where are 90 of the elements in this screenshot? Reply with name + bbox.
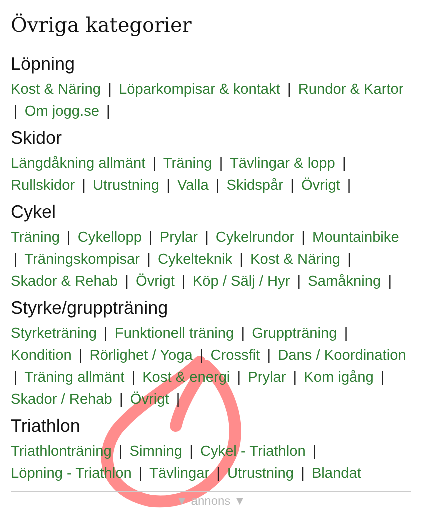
category-link[interactable]: Tävlingar & lopp <box>230 156 336 172</box>
separator-text: | <box>302 230 306 246</box>
separator-text: | <box>125 274 129 290</box>
category-link[interactable]: Utrustning <box>228 466 294 482</box>
category-link[interactable]: Tävlingar <box>150 466 210 482</box>
category-link[interactable]: Samåkning <box>308 274 382 290</box>
category-link[interactable]: Köp / Sälj / Hyr <box>192 274 290 290</box>
separator-text: | <box>342 156 346 172</box>
separator-text: | <box>176 392 180 408</box>
category-link[interactable]: Kost & Näring <box>250 252 341 268</box>
category-link[interactable]: Prylar <box>248 370 286 386</box>
separator-text: | <box>14 252 18 268</box>
separator-text: | <box>241 326 246 342</box>
category-link[interactable]: Träning allmänt <box>24 370 125 386</box>
separator-text: | <box>287 82 292 98</box>
separator-text: | <box>344 326 348 342</box>
category-link[interactable]: Träningskompisar <box>24 252 140 268</box>
category-link[interactable]: Styrketräning <box>11 326 97 342</box>
separator-text: | <box>348 252 352 268</box>
category-link[interactable]: Cykelrundor <box>216 230 295 246</box>
separator-text: | <box>216 466 220 482</box>
separator-text: | <box>297 274 302 290</box>
category-link[interactable]: Cykelteknik <box>158 252 233 268</box>
category-link[interactable]: Längdåkning allmänt <box>11 156 146 172</box>
category-link[interactable]: Simning <box>130 444 183 460</box>
separator-text: | <box>205 230 209 246</box>
category-link[interactable]: Skidspår <box>226 178 284 194</box>
separator-text: | <box>147 252 151 268</box>
category-link[interactable]: Gruppträning <box>252 326 338 342</box>
separator-text: | <box>293 370 298 386</box>
separator-text: | <box>290 178 294 194</box>
category-link[interactable]: Löparkompisar & kontakt <box>118 82 280 98</box>
category-link[interactable]: Övrigt <box>301 178 340 194</box>
category-link[interactable]: Mountainbike <box>312 230 400 246</box>
category-link[interactable]: Kost & Näring <box>11 82 102 98</box>
category-link[interactable]: Blandat <box>312 466 362 482</box>
category-link[interactable]: Rundor & Kartor <box>298 82 404 98</box>
category-link[interactable]: Rörlighet / Yoga <box>90 348 193 364</box>
separator-text: | <box>380 370 385 386</box>
separator-text: | <box>267 348 272 364</box>
category-link[interactable]: Skador / Rehab <box>11 392 112 408</box>
separator-text: | <box>149 230 153 246</box>
separator-text: | <box>132 370 136 386</box>
category-link[interactable]: Övrigt <box>136 274 175 290</box>
separator-text: | <box>237 370 242 386</box>
ad-label: ▼ annons ▼ <box>175 493 247 510</box>
separator-text: | <box>166 178 170 194</box>
separator-text: | <box>138 466 143 482</box>
separator-text: | <box>108 82 112 98</box>
category-link[interactable]: Kondition <box>11 348 72 364</box>
category-link[interactable]: Crossfit <box>210 348 260 364</box>
separator-text: | <box>119 392 124 408</box>
separator-text: | <box>67 230 71 246</box>
separator-text: | <box>347 178 352 194</box>
separator-text: | <box>118 444 123 460</box>
separator-text: | <box>312 444 317 460</box>
category-link[interactable]: Dans / Koordination <box>278 348 406 364</box>
category-link[interactable]: Övrigt <box>130 392 170 408</box>
separator-text: | <box>301 466 305 482</box>
section-heading: Skidor <box>11 127 64 150</box>
category-link[interactable]: Skador & Rehab <box>11 274 118 290</box>
section-heading: Cykel <box>11 201 58 224</box>
category-link[interactable]: Valla <box>177 178 209 194</box>
separator-text: | <box>182 274 186 290</box>
category-link[interactable]: Träning <box>11 230 60 246</box>
separator-text: | <box>14 370 18 386</box>
separator-text: | <box>216 178 220 194</box>
page-title: Övriga kategorier <box>11 12 193 39</box>
category-link[interactable]: Cykellopp <box>78 230 142 246</box>
separator-text: | <box>388 274 392 290</box>
separator-text: | <box>78 348 83 364</box>
section-heading: Löpning <box>11 53 76 76</box>
separator-text: | <box>14 104 18 120</box>
category-link[interactable]: Prylar <box>160 230 198 246</box>
section-heading: Triathlon <box>11 415 82 438</box>
separator-text: | <box>82 178 86 194</box>
category-link[interactable]: Rullskidor <box>11 178 76 194</box>
separator-text: | <box>152 156 157 172</box>
category-link[interactable]: Om jogg.se <box>24 104 100 120</box>
separator-text: | <box>240 252 244 268</box>
separator-text: | <box>104 326 108 342</box>
separator-text: | <box>219 156 224 172</box>
separator-text: | <box>190 444 194 460</box>
separator-text: | <box>106 104 110 120</box>
category-link[interactable]: Träning <box>163 156 212 172</box>
category-link[interactable]: Kom igång <box>304 370 374 386</box>
section-heading: Styrke/gruppträning <box>11 297 170 320</box>
separator-text: | <box>200 348 204 364</box>
category-link[interactable]: Utrustning <box>93 178 160 194</box>
category-link[interactable]: Funktionell träning <box>114 326 234 342</box>
